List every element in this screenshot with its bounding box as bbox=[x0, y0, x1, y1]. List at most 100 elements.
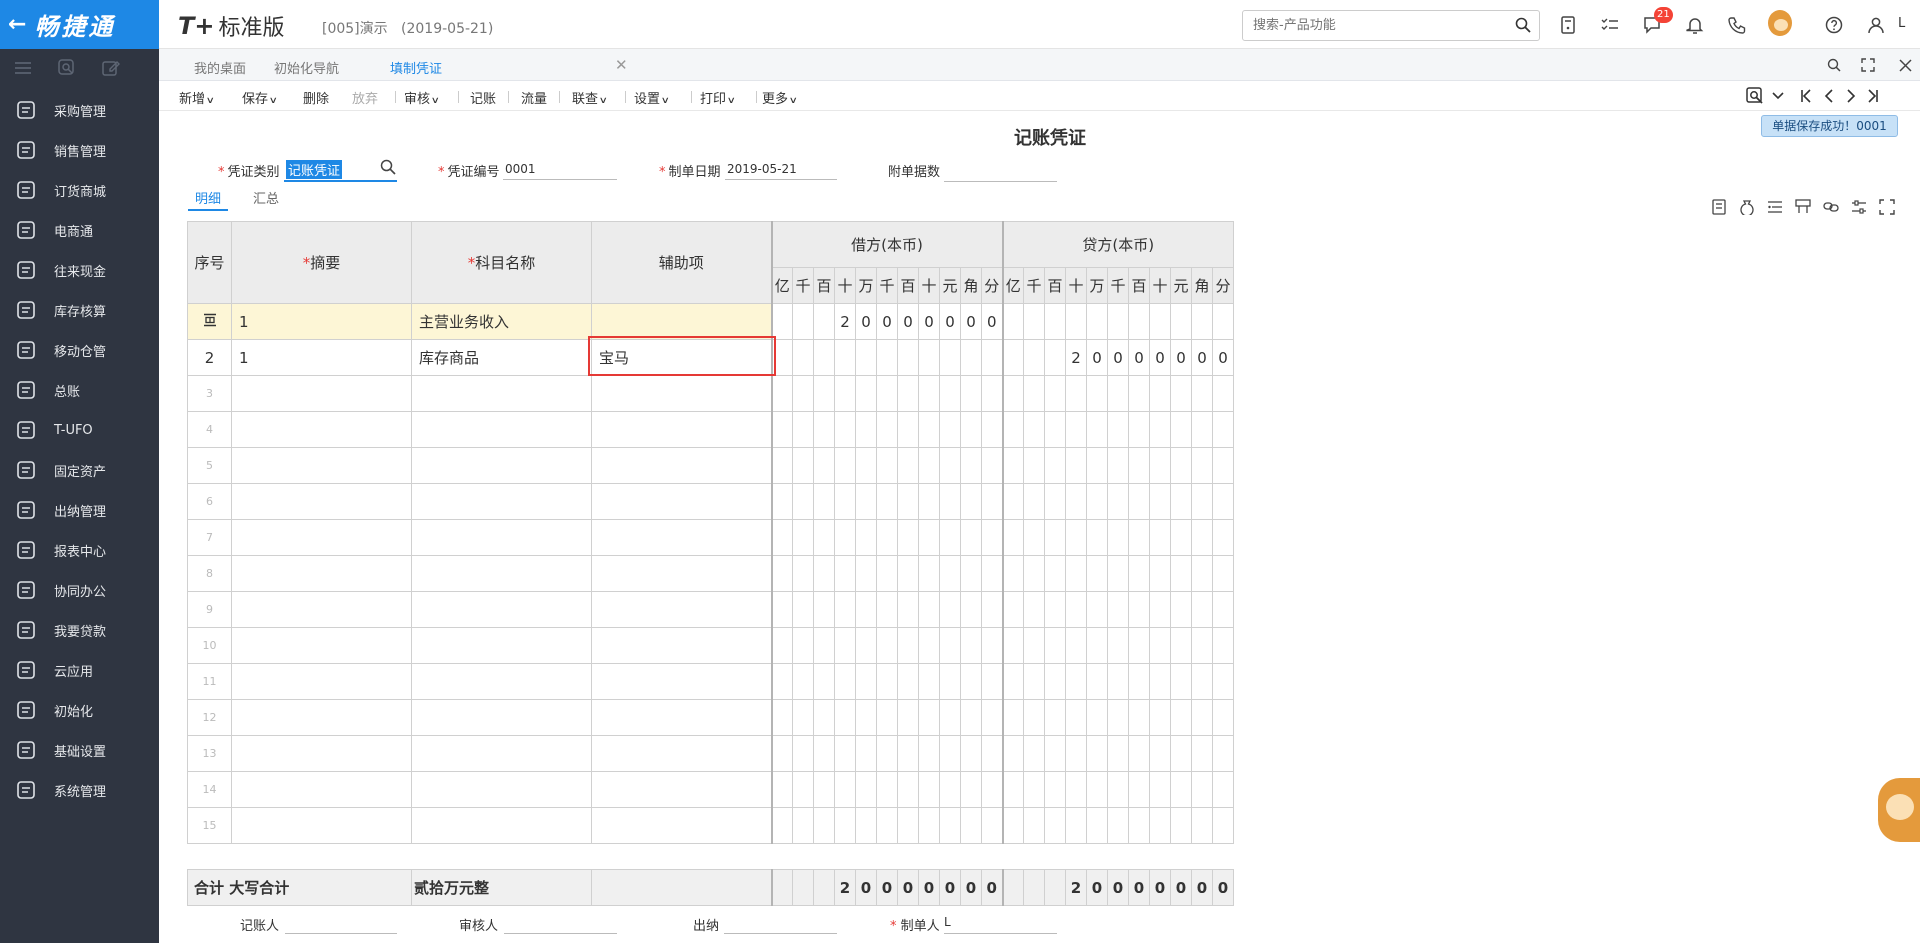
debit-amount-digit[interactable] bbox=[770, 555, 793, 592]
debit-amount-digit[interactable] bbox=[855, 735, 877, 772]
credit-amount-digit[interactable] bbox=[1044, 735, 1066, 772]
table-row[interactable]: 5 bbox=[187, 447, 1234, 484]
tab-search-icon[interactable] bbox=[1824, 55, 1844, 75]
account-cell[interactable] bbox=[411, 735, 592, 772]
credit-amount-digit[interactable] bbox=[1149, 627, 1171, 664]
debit-amount-digit[interactable] bbox=[876, 519, 898, 556]
aux-cell[interactable] bbox=[591, 807, 772, 844]
credit-amount-digit[interactable] bbox=[1107, 411, 1129, 448]
debit-amount-digit[interactable] bbox=[918, 699, 940, 736]
debit-amount-digit[interactable] bbox=[876, 771, 898, 808]
credit-amount-digit[interactable] bbox=[1212, 555, 1234, 592]
flow-button[interactable]: 流量 bbox=[521, 88, 547, 107]
debit-amount-digit[interactable] bbox=[813, 519, 835, 556]
account-cell[interactable] bbox=[411, 555, 592, 592]
credit-amount-digit[interactable] bbox=[1023, 771, 1045, 808]
post-button[interactable]: 记账 bbox=[470, 88, 496, 107]
debit-amount-digit[interactable] bbox=[813, 555, 835, 592]
credit-amount-digit[interactable] bbox=[1170, 735, 1192, 772]
credit-amount-digit[interactable] bbox=[1044, 519, 1066, 556]
total-credit-amount-digit[interactable]: 0 bbox=[1128, 869, 1150, 906]
debit-amount-digit[interactable] bbox=[918, 771, 940, 808]
debit-amount-digit[interactable] bbox=[960, 339, 982, 376]
total-credit-amount-digit[interactable]: 2 bbox=[1065, 869, 1087, 906]
debit-amount-digit[interactable] bbox=[792, 627, 814, 664]
debit-amount-digit[interactable] bbox=[960, 483, 982, 520]
debit-amount-digit[interactable] bbox=[960, 375, 982, 412]
debit-amount-digit[interactable] bbox=[770, 771, 793, 808]
row-seq-cell[interactable]: 5 bbox=[187, 447, 232, 484]
debit-amount-digit[interactable] bbox=[939, 375, 961, 412]
debit-amount-digit[interactable] bbox=[981, 339, 1003, 376]
sidebar-item-bank[interactable]: 固定资产 bbox=[0, 450, 159, 490]
debit-amount-digit[interactable] bbox=[960, 411, 982, 448]
table-row[interactable]: 2 1 库存商品 宝马 2 0 0 0 0 0 0 0 bbox=[187, 339, 1234, 376]
credit-amount-digit[interactable] bbox=[1191, 735, 1213, 772]
debit-amount-digit[interactable] bbox=[770, 447, 793, 484]
columns-setting-icon[interactable] bbox=[1765, 197, 1785, 217]
credit-amount-digit[interactable] bbox=[1107, 627, 1129, 664]
credit-amount-digit[interactable] bbox=[1023, 483, 1045, 520]
poster-field[interactable] bbox=[285, 933, 397, 934]
credit-amount-digit[interactable] bbox=[1191, 519, 1213, 556]
summary-cell[interactable] bbox=[231, 699, 412, 736]
debit-amount-digit[interactable] bbox=[792, 555, 814, 592]
credit-amount-digit[interactable] bbox=[1107, 807, 1129, 844]
credit-amount-digit[interactable] bbox=[1212, 735, 1234, 772]
debit-amount-digit[interactable] bbox=[981, 807, 1003, 844]
credit-amount-digit[interactable] bbox=[1023, 411, 1045, 448]
debit-amount-digit[interactable] bbox=[834, 339, 856, 376]
credit-amount-digit[interactable] bbox=[1107, 483, 1129, 520]
debit-amount-digit[interactable] bbox=[918, 375, 940, 412]
credit-amount-digit[interactable] bbox=[1191, 699, 1213, 736]
debit-amount-digit[interactable] bbox=[981, 699, 1003, 736]
debit-amount-digit[interactable] bbox=[834, 447, 856, 484]
delete-button[interactable]: 删除 bbox=[303, 88, 329, 107]
credit-amount-digit[interactable] bbox=[1128, 627, 1150, 664]
credit-amount-digit[interactable]: 0 bbox=[1107, 339, 1129, 376]
debit-amount-digit[interactable]: 0 bbox=[855, 303, 877, 340]
sidebar-item-ecom[interactable]: 电商通 bbox=[0, 210, 159, 250]
credit-amount-digit[interactable] bbox=[1044, 591, 1066, 628]
sidebar-item-monitor[interactable]: 系统管理 bbox=[0, 770, 159, 810]
debit-amount-digit[interactable] bbox=[897, 519, 919, 556]
debit-amount-digit[interactable] bbox=[855, 771, 877, 808]
credit-amount-digit[interactable] bbox=[1191, 483, 1213, 520]
credit-amount-digit[interactable] bbox=[1023, 627, 1045, 664]
credit-amount-digit[interactable] bbox=[1191, 555, 1213, 592]
voucher-search-icon[interactable] bbox=[1745, 86, 1765, 106]
debit-amount-digit[interactable] bbox=[855, 807, 877, 844]
message-icon[interactable]: 21 bbox=[1640, 7, 1673, 37]
credit-amount-digit[interactable] bbox=[1001, 411, 1024, 448]
aux-cell[interactable] bbox=[591, 447, 772, 484]
debit-amount-digit[interactable] bbox=[939, 555, 961, 592]
summary-cell[interactable] bbox=[231, 411, 412, 448]
audit-button[interactable]: 审核∨ bbox=[404, 88, 440, 107]
credit-amount-digit[interactable] bbox=[1023, 303, 1045, 340]
debit-amount-digit[interactable] bbox=[897, 663, 919, 700]
credit-amount-digit[interactable] bbox=[1001, 375, 1024, 412]
credit-amount-digit[interactable] bbox=[1065, 483, 1087, 520]
credit-amount-digit[interactable] bbox=[1044, 447, 1066, 484]
debit-amount-digit[interactable] bbox=[855, 483, 877, 520]
account-cell[interactable] bbox=[411, 627, 592, 664]
row-seq-cell[interactable]: 10 bbox=[187, 627, 232, 664]
debit-amount-digit[interactable] bbox=[897, 447, 919, 484]
aux-cell[interactable] bbox=[591, 699, 772, 736]
debit-amount-digit[interactable] bbox=[897, 807, 919, 844]
debit-amount-digit[interactable] bbox=[770, 339, 793, 376]
sidebar-item-loan[interactable]: 我要贷款 bbox=[0, 610, 159, 650]
account-cell[interactable] bbox=[411, 807, 592, 844]
tab-detail[interactable]: 明细 bbox=[195, 188, 221, 207]
summary-cell[interactable] bbox=[231, 735, 412, 772]
debit-amount-digit[interactable] bbox=[939, 771, 961, 808]
debit-amount-digit[interactable] bbox=[897, 627, 919, 664]
credit-amount-digit[interactable] bbox=[1212, 663, 1234, 700]
credit-amount-digit[interactable] bbox=[1001, 807, 1024, 844]
debit-amount-digit[interactable] bbox=[792, 303, 814, 340]
credit-amount-digit[interactable] bbox=[1170, 555, 1192, 592]
table-row[interactable]: 11 bbox=[187, 663, 1234, 700]
total-debit-amount-digit[interactable]: 0 bbox=[855, 869, 877, 906]
credit-amount-digit[interactable] bbox=[1065, 519, 1087, 556]
debit-amount-digit[interactable] bbox=[918, 339, 940, 376]
